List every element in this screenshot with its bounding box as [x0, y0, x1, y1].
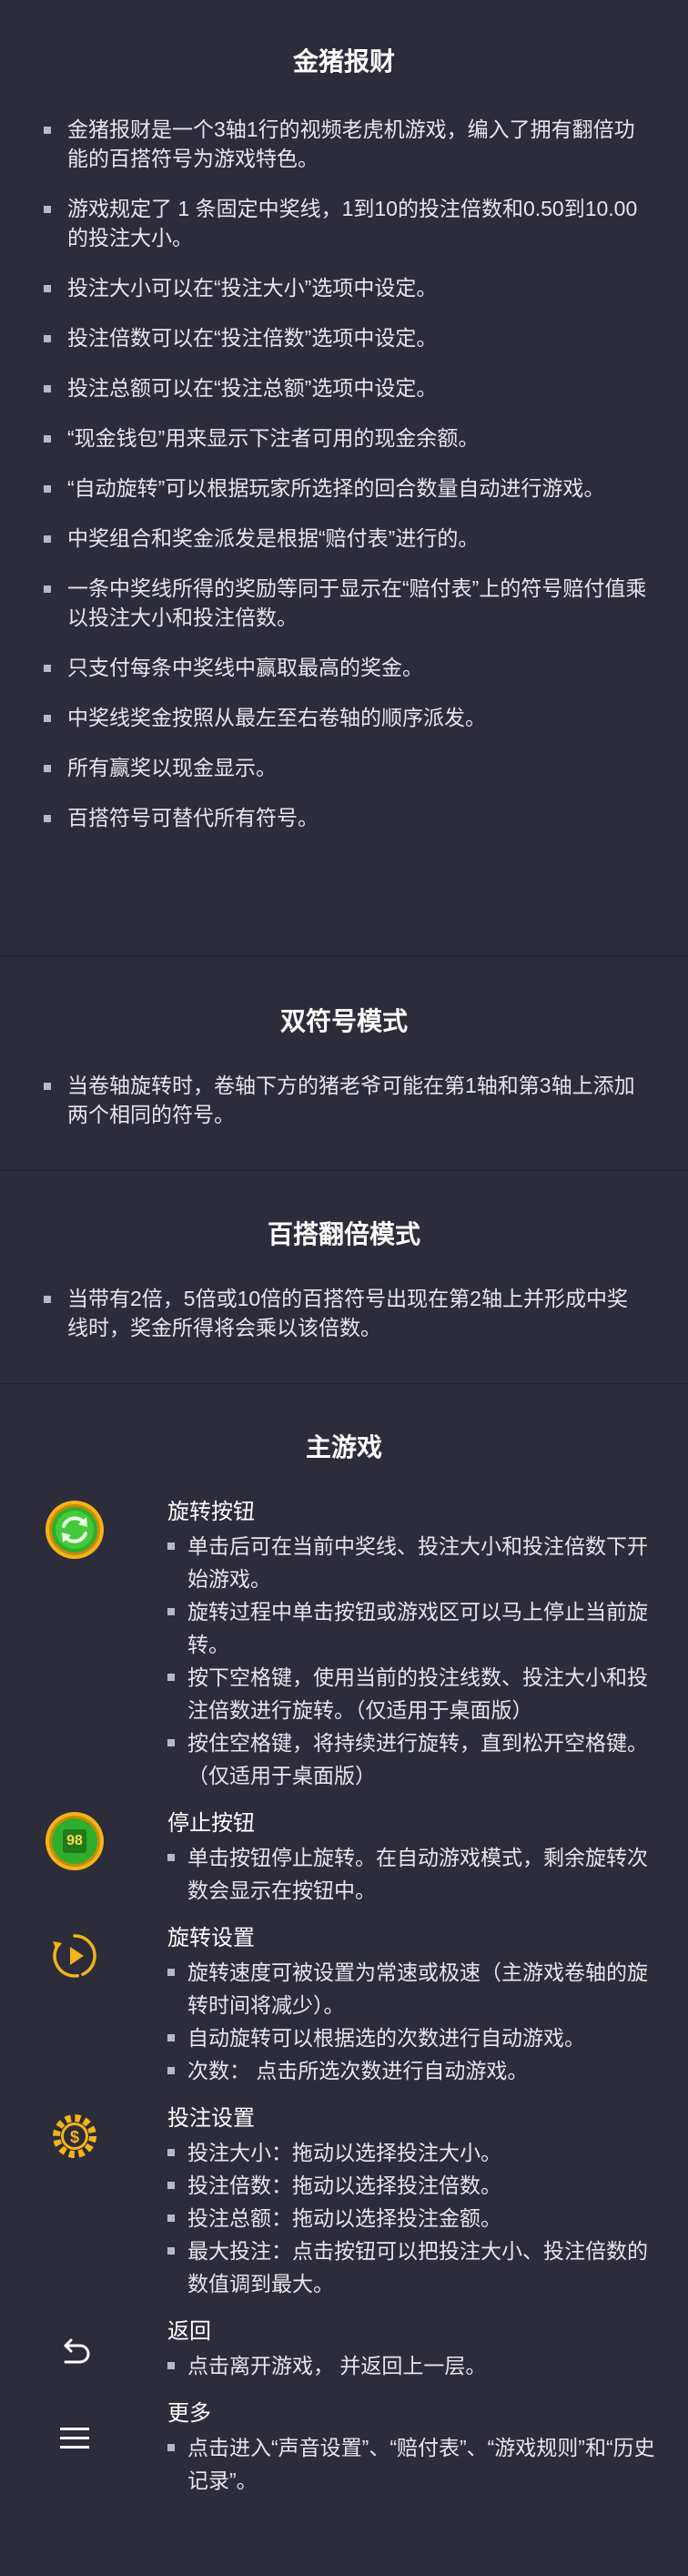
feature-bet-settings: $ 投注设置 投注大小：拖动以选择投注大小。 投注倍数：拖动以选择投注倍数。 投… — [0, 2103, 688, 2300]
bet-settings-icon: $ — [42, 2103, 107, 2169]
feature-return: 返回 点击离开游戏， 并返回上一层。 — [0, 2316, 688, 2382]
list-item: 点击离开游戏， 并返回上一层。 — [167, 2349, 655, 2382]
rules-list: 当卷轴旋转时，卷轴下方的猪老爷可能在第1轴和第3轴上添加两个相同的符号。 — [0, 1071, 688, 1129]
list-item: 旋转过程中单击按钮或游戏区可以马上停止当前旋转。 — [167, 1595, 655, 1661]
list-item: 当卷轴旋转时，卷轴下方的猪老爷可能在第1轴和第3轴上添加两个相同的符号。 — [44, 1071, 648, 1129]
feature-name: 返回 — [167, 2319, 211, 2344]
list-item: 当带有2倍，5倍或10倍的百搭符号出现在第2轴上并形成中奖线时，奖金所得将会乘以… — [44, 1284, 648, 1342]
spin-button-icon — [42, 1497, 107, 1563]
feature-spin-settings: 旋转设置 旋转速度可被设置为常速或极速（主游戏卷轴的旋转时间将减少）。 自动旋转… — [0, 1923, 688, 2087]
list-item: 自动旋转可以根据选的次数进行自动游戏。 — [167, 2021, 655, 2054]
list-item: 按下空格键，使用当前的投注线数、投注大小和投注倍数进行旋转。（仅适用于桌面版） — [167, 1661, 655, 1726]
feature-spin-button: 旋转按钮 单击后可在当前中奖线、投注大小和投注倍数下开始游戏。 旋转过程中单击按… — [0, 1497, 688, 1792]
list-item: 投注倍数可以在“投注倍数”选项中设定。 — [44, 323, 648, 352]
list-item: 金猪报财是一个3轴1行的视频老虎机游戏，编入了拥有翻倍功能的百搭符号为游戏特色。 — [44, 115, 648, 173]
svg-text:$: $ — [70, 2128, 79, 2146]
rules-list: 当带有2倍，5倍或10倍的百搭符号出现在第2轴上并形成中奖线时，奖金所得将会乘以… — [0, 1284, 688, 1342]
feature-list: 点击离开游戏， 并返回上一层。 — [167, 2349, 655, 2382]
autoplay-icon — [42, 1923, 107, 1989]
menu-icon — [42, 2406, 107, 2471]
list-item: 最大投注：点击按钮可以把投注大小、投注倍数的数值调到最大。 — [167, 2235, 655, 2300]
list-item: “现金钱包”用来显示下注者可用的现金余额。 — [44, 423, 648, 453]
list-item: 点击进入“声音设置”、“赔付表”、“游戏规则”和“历史记录”。 — [167, 2431, 655, 2497]
list-item: 只支付每条中奖线中赢取最高的奖金。 — [44, 653, 648, 682]
feature-name: 更多 — [167, 2401, 211, 2426]
return-arrow-icon — [42, 2320, 107, 2386]
feature-name: 投注设置 — [167, 2106, 255, 2131]
rules-list: 金猪报财是一个3轴1行的视频老虎机游戏，编入了拥有翻倍功能的百搭符号为游戏特色。… — [0, 115, 688, 832]
section-title: 双符号模式 — [279, 1007, 408, 1035]
list-item: 次数： 点击所选次数进行自动游戏。 — [167, 2054, 655, 2087]
section-main-game: 主游戏 旋转按钮 单击后可在当前中奖线、投注大小和投注倍数下开始游戏。 旋转过程… — [0, 1384, 688, 2576]
section-title: 百搭翻倍模式 — [267, 1220, 420, 1248]
feature-list: 投注大小：拖动以选择投注大小。 投注倍数：拖动以选择投注倍数。 投注总额：拖动以… — [167, 2136, 655, 2300]
list-item: 投注倍数：拖动以选择投注倍数。 — [167, 2169, 655, 2202]
list-item: 旋转速度可被设置为常速或极速（主游戏卷轴的旋转时间将减少）。 — [167, 1956, 655, 2021]
list-item: 投注总额可以在“投注总额”选项中设定。 — [44, 373, 648, 402]
section-wild-multiplier: 百搭翻倍模式 当带有2倍，5倍或10倍的百搭符号出现在第2轴上并形成中奖线时，奖… — [0, 1171, 688, 1384]
feature-name: 旋转设置 — [167, 1926, 255, 1950]
list-item: 投注大小可以在“投注大小”选项中设定。 — [44, 273, 648, 302]
list-item: 中奖组合和奖金派发是根据“赔付表”进行的。 — [44, 524, 648, 553]
feature-list: 单击按钮停止旋转。在自动游戏模式，剩余旋转次数会显示在按钮中。 — [167, 1841, 655, 1907]
list-item: 百搭符号可替代所有符号。 — [44, 803, 648, 832]
list-item: 单击后可在当前中奖线、投注大小和投注倍数下开始游戏。 — [167, 1530, 655, 1595]
list-item: 中奖线奖金按照从最左至右卷轴的顺序派发。 — [44, 703, 648, 732]
feature-list: 单击后可在当前中奖线、投注大小和投注倍数下开始游戏。 旋转过程中单击按钮或游戏区… — [167, 1530, 655, 1792]
list-item: 按住空格键，将持续进行旋转，直到松开空格键。（仅适用于桌面版） — [167, 1726, 655, 1792]
list-item: “自动旋转”可以根据玩家所选择的回合数量自动进行游戏。 — [44, 473, 648, 503]
list-item: 投注总额：拖动以选择投注金额。 — [167, 2202, 655, 2235]
section-title: 主游戏 — [305, 1433, 382, 1461]
list-item: 单击按钮停止旋转。在自动游戏模式，剩余旋转次数会显示在按钮中。 — [167, 1841, 655, 1907]
list-item: 一条中奖线所得的奖励等同于显示在“赔付表”上的符号赔付值乘以投注大小和投注倍数。 — [44, 574, 648, 632]
feature-name: 旋转按钮 — [167, 1500, 255, 1524]
feature-list: 旋转速度可被设置为常速或极速（主游戏卷轴的旋转时间将减少）。 自动旋转可以根据选… — [167, 1956, 655, 2087]
feature-more: 更多 点击进入“声音设置”、“赔付表”、“游戏规则”和“历史记录”。 — [0, 2398, 688, 2497]
stop-button-icon: 98 — [42, 1808, 107, 1874]
section-game-rules: 金猪报财 金猪报财是一个3轴1行的视频老虎机游戏，编入了拥有翻倍功能的百搭符号为… — [0, 0, 688, 956]
feature-stop-button: 98 停止按钮 单击按钮停止旋转。在自动游戏模式，剩余旋转次数会显示在按钮中。 — [0, 1808, 688, 1907]
list-item: 投注大小：拖动以选择投注大小。 — [167, 2136, 655, 2169]
feature-list: 点击进入“声音设置”、“赔付表”、“游戏规则”和“历史记录”。 — [167, 2431, 655, 2497]
feature-name: 停止按钮 — [167, 1811, 255, 1836]
list-item: 所有赢奖以现金显示。 — [44, 753, 648, 782]
stop-button-count: 98 — [66, 1833, 83, 1848]
list-item: 游戏规定了 1 条固定中奖线，1到10的投注倍数和0.50到10.00 的投注大… — [44, 194, 648, 252]
section-title: 金猪报财 — [292, 47, 395, 76]
section-double-symbol: 双符号模式 当卷轴旋转时，卷轴下方的猪老爷可能在第1轴和第3轴上添加两个相同的符… — [0, 956, 688, 1171]
